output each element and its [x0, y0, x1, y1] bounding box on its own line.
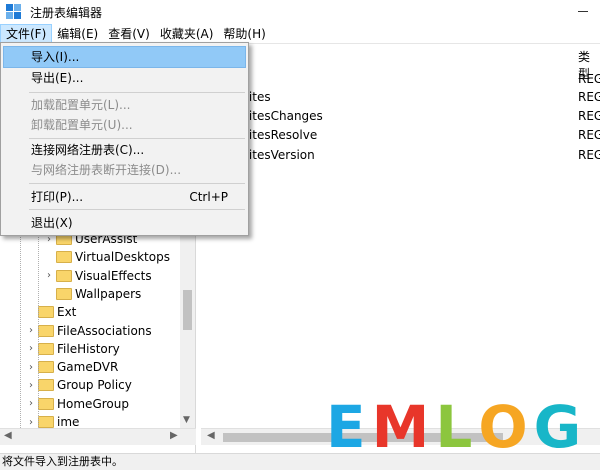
menu-connect-network-registry[interactable]: 连接网络注册表(C)... [3, 139, 246, 161]
watermark-letter: G [533, 393, 582, 461]
menu-favorites[interactable]: 收藏夹(A) [155, 24, 219, 44]
tree-item-label: Wallpapers [75, 286, 142, 301]
watermark-letter: O [478, 393, 528, 461]
expand-chevron-icon[interactable]: › [26, 380, 36, 391]
folder-icon [56, 269, 72, 282]
tree-guide-line [38, 230, 39, 430]
folder-icon [38, 324, 54, 337]
menu-bar: 文件(F) 编辑(E) 查看(V) 收藏夹(A) 帮助(H) [0, 23, 600, 44]
tree-item-label: Ext [57, 305, 77, 320]
menu-disconnect-network-registry[interactable]: 与网络注册表断开连接(D)... [3, 159, 246, 181]
watermark-letter: L [435, 393, 473, 461]
status-text: 将文件导入到注册表中。 [2, 455, 123, 468]
menu-separator [29, 92, 245, 93]
emlog-watermark-logo: E M L O G [326, 398, 587, 456]
tree-item-label: HomeGroup [57, 396, 129, 411]
menu-file[interactable]: 文件(F) [0, 23, 53, 44]
value-name[interactable]: ritesVersion [244, 148, 315, 162]
menu-separator [29, 209, 245, 210]
menu-unload-hive[interactable]: 卸载配置单元(U)... [3, 114, 246, 136]
menu-import[interactable]: 导入(I)... [3, 46, 246, 68]
watermark-letter: M [371, 393, 430, 461]
expand-chevron-icon[interactable]: › [26, 343, 36, 354]
minimize-button[interactable] [578, 11, 588, 12]
tree-item[interactable]: Wallpapers [44, 285, 141, 303]
registry-editor-icon [6, 4, 22, 20]
tree-item-label: ime [57, 415, 80, 429]
menu-export[interactable]: 导出(E)... [3, 67, 246, 89]
scroll-left-arrow-icon[interactable]: ◀ [207, 430, 215, 441]
value-type: REG [578, 148, 600, 162]
scroll-right-arrow-icon[interactable]: ▶ [170, 430, 178, 441]
tree-item[interactable]: › Group Policy [26, 376, 132, 394]
scroll-left-arrow-icon[interactable]: ◀ [4, 430, 12, 441]
menu-separator [29, 183, 245, 184]
menu-load-hive[interactable]: 加载配置单元(L)... [3, 94, 246, 116]
value-type: REG [578, 109, 600, 123]
menu-view[interactable]: 查看(V) [103, 24, 155, 44]
expand-chevron-icon[interactable]: › [26, 417, 36, 428]
tree-item-label: GameDVR [57, 360, 119, 375]
scroll-down-arrow-icon[interactable]: ▼ [183, 415, 190, 425]
window-title: 注册表编辑器 [30, 5, 103, 20]
expand-chevron-icon[interactable]: › [26, 325, 36, 336]
tree-item-label: FileAssociations [57, 323, 152, 338]
tree-item[interactable]: › HomeGroup [26, 395, 129, 413]
tree-item[interactable]: › VisualEffects [44, 267, 152, 285]
watermark-letter: E [326, 393, 366, 461]
value-type: REG [578, 128, 600, 142]
tree-horizontal-scrollbar[interactable]: ◀ ▶ [0, 428, 196, 445]
folder-icon [56, 287, 72, 300]
folder-icon [38, 306, 54, 319]
tree-item[interactable]: › GameDVR [26, 358, 118, 376]
tree-item-label: VisualEffects [75, 268, 152, 283]
folder-icon [38, 361, 54, 374]
menu-print-shortcut: Ctrl+P [189, 190, 228, 204]
value-name[interactable]: ritesChanges [244, 109, 323, 123]
tree-item[interactable]: › FileAssociations [26, 322, 152, 340]
tree-guide-line [20, 230, 21, 430]
menu-help[interactable]: 帮助(H) [218, 24, 270, 44]
menu-exit[interactable]: 退出(X) [3, 212, 246, 234]
expand-chevron-icon[interactable]: › [44, 270, 54, 281]
expand-chevron-icon[interactable]: › [26, 362, 36, 373]
tree-item[interactable]: › FileHistory [26, 340, 120, 358]
value-type: REG [578, 72, 600, 86]
file-menu-dropdown: 导入(I)... 导出(E)... 加载配置单元(L)... 卸载配置单元(U)… [0, 42, 249, 236]
menu-edit[interactable]: 编辑(E) [52, 24, 103, 44]
tree-item-label: FileHistory [57, 341, 120, 356]
folder-icon [38, 397, 54, 410]
menu-print[interactable]: 打印(P)... Ctrl+P [3, 186, 246, 208]
tree-item[interactable]: VirtualDesktops [44, 248, 170, 266]
tree-item-label: Group Policy [57, 378, 132, 393]
folder-icon [56, 251, 72, 264]
expand-chevron-icon[interactable]: › [26, 398, 36, 409]
value-name[interactable]: ritesResolve [244, 128, 317, 142]
tree-item[interactable]: Ext [26, 303, 76, 321]
folder-icon [38, 379, 54, 392]
tree-scroll-thumb[interactable] [183, 290, 192, 330]
folder-icon [38, 342, 54, 355]
title-bar: 注册表编辑器 [0, 0, 600, 24]
tree-item-label: VirtualDesktops [75, 250, 170, 265]
menu-print-label: 打印(P)... [31, 190, 84, 204]
folder-icon [38, 416, 54, 428]
value-type: REG [578, 90, 600, 104]
